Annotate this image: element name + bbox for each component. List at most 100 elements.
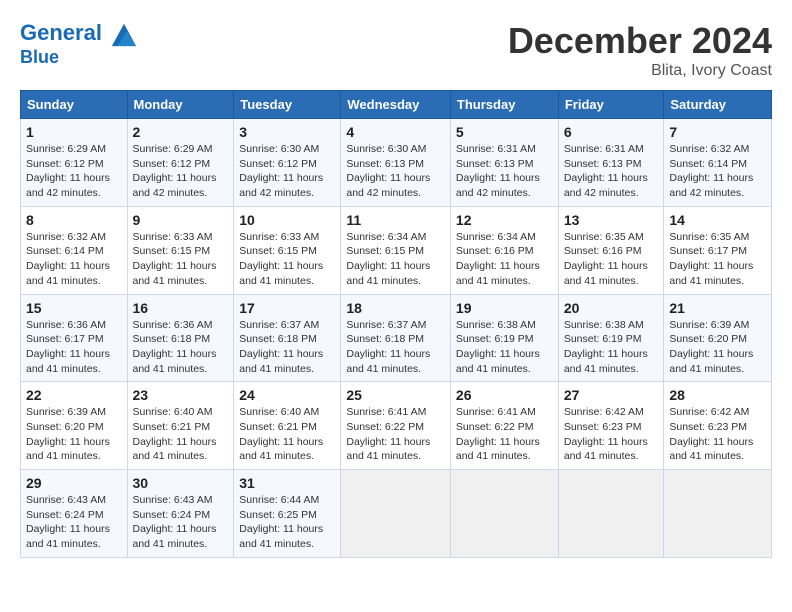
day-info: Sunrise: 6:33 AM Sunset: 6:15 PM Dayligh… <box>239 230 335 289</box>
day-info: Sunrise: 6:31 AM Sunset: 6:13 PM Dayligh… <box>456 142 553 201</box>
day-cell: 20 Sunrise: 6:38 AM Sunset: 6:19 PM Dayl… <box>558 294 664 382</box>
day-info: Sunrise: 6:41 AM Sunset: 6:22 PM Dayligh… <box>346 405 445 464</box>
day-info: Sunrise: 6:41 AM Sunset: 6:22 PM Dayligh… <box>456 405 553 464</box>
day-number: 18 <box>346 300 445 316</box>
col-header-friday: Friday <box>558 91 664 119</box>
day-number: 31 <box>239 475 335 491</box>
day-number: 11 <box>346 212 445 228</box>
day-cell: 1 Sunrise: 6:29 AM Sunset: 6:12 PM Dayli… <box>21 119 128 207</box>
day-number: 6 <box>564 124 659 140</box>
day-number: 8 <box>26 212 122 228</box>
col-header-thursday: Thursday <box>450 91 558 119</box>
logo-icon <box>110 20 138 48</box>
day-cell: 9 Sunrise: 6:33 AM Sunset: 6:15 PM Dayli… <box>127 206 234 294</box>
day-cell: 22 Sunrise: 6:39 AM Sunset: 6:20 PM Dayl… <box>21 382 128 470</box>
day-info: Sunrise: 6:42 AM Sunset: 6:23 PM Dayligh… <box>669 405 766 464</box>
day-number: 1 <box>26 124 122 140</box>
day-number: 16 <box>133 300 229 316</box>
day-cell: 2 Sunrise: 6:29 AM Sunset: 6:12 PM Dayli… <box>127 119 234 207</box>
day-cell: 8 Sunrise: 6:32 AM Sunset: 6:14 PM Dayli… <box>21 206 128 294</box>
day-info: Sunrise: 6:34 AM Sunset: 6:16 PM Dayligh… <box>456 230 553 289</box>
day-cell: 4 Sunrise: 6:30 AM Sunset: 6:13 PM Dayli… <box>341 119 451 207</box>
day-cell: 23 Sunrise: 6:40 AM Sunset: 6:21 PM Dayl… <box>127 382 234 470</box>
day-info: Sunrise: 6:38 AM Sunset: 6:19 PM Dayligh… <box>564 318 659 377</box>
day-cell <box>558 470 664 558</box>
day-number: 24 <box>239 387 335 403</box>
day-cell: 12 Sunrise: 6:34 AM Sunset: 6:16 PM Dayl… <box>450 206 558 294</box>
day-cell: 14 Sunrise: 6:35 AM Sunset: 6:17 PM Dayl… <box>664 206 772 294</box>
location: Blita, Ivory Coast <box>508 62 772 80</box>
day-number: 7 <box>669 124 766 140</box>
day-info: Sunrise: 6:34 AM Sunset: 6:15 PM Dayligh… <box>346 230 445 289</box>
day-cell: 17 Sunrise: 6:37 AM Sunset: 6:18 PM Dayl… <box>234 294 341 382</box>
calendar-header-row: SundayMondayTuesdayWednesdayThursdayFrid… <box>21 91 772 119</box>
day-number: 22 <box>26 387 122 403</box>
day-info: Sunrise: 6:37 AM Sunset: 6:18 PM Dayligh… <box>346 318 445 377</box>
day-info: Sunrise: 6:35 AM Sunset: 6:16 PM Dayligh… <box>564 230 659 289</box>
col-header-monday: Monday <box>127 91 234 119</box>
day-info: Sunrise: 6:39 AM Sunset: 6:20 PM Dayligh… <box>26 405 122 464</box>
calendar-table: SundayMondayTuesdayWednesdayThursdayFrid… <box>20 90 772 558</box>
col-header-sunday: Sunday <box>21 91 128 119</box>
day-cell: 27 Sunrise: 6:42 AM Sunset: 6:23 PM Dayl… <box>558 382 664 470</box>
day-info: Sunrise: 6:44 AM Sunset: 6:25 PM Dayligh… <box>239 493 335 552</box>
day-cell: 29 Sunrise: 6:43 AM Sunset: 6:24 PM Dayl… <box>21 470 128 558</box>
day-cell: 21 Sunrise: 6:39 AM Sunset: 6:20 PM Dayl… <box>664 294 772 382</box>
col-header-wednesday: Wednesday <box>341 91 451 119</box>
day-info: Sunrise: 6:36 AM Sunset: 6:17 PM Dayligh… <box>26 318 122 377</box>
day-number: 30 <box>133 475 229 491</box>
day-cell <box>664 470 772 558</box>
logo: General Blue <box>20 20 138 68</box>
day-number: 4 <box>346 124 445 140</box>
day-info: Sunrise: 6:36 AM Sunset: 6:18 PM Dayligh… <box>133 318 229 377</box>
day-cell: 30 Sunrise: 6:43 AM Sunset: 6:24 PM Dayl… <box>127 470 234 558</box>
day-cell: 5 Sunrise: 6:31 AM Sunset: 6:13 PM Dayli… <box>450 119 558 207</box>
day-cell: 26 Sunrise: 6:41 AM Sunset: 6:22 PM Dayl… <box>450 382 558 470</box>
day-number: 3 <box>239 124 335 140</box>
day-cell: 11 Sunrise: 6:34 AM Sunset: 6:15 PM Dayl… <box>341 206 451 294</box>
week-row-1: 1 Sunrise: 6:29 AM Sunset: 6:12 PM Dayli… <box>21 119 772 207</box>
title-block: December 2024 Blita, Ivory Coast <box>508 20 772 80</box>
day-number: 12 <box>456 212 553 228</box>
day-info: Sunrise: 6:29 AM Sunset: 6:12 PM Dayligh… <box>26 142 122 201</box>
day-cell: 25 Sunrise: 6:41 AM Sunset: 6:22 PM Dayl… <box>341 382 451 470</box>
day-info: Sunrise: 6:31 AM Sunset: 6:13 PM Dayligh… <box>564 142 659 201</box>
day-info: Sunrise: 6:39 AM Sunset: 6:20 PM Dayligh… <box>669 318 766 377</box>
day-info: Sunrise: 6:37 AM Sunset: 6:18 PM Dayligh… <box>239 318 335 377</box>
day-cell: 19 Sunrise: 6:38 AM Sunset: 6:19 PM Dayl… <box>450 294 558 382</box>
day-number: 28 <box>669 387 766 403</box>
day-info: Sunrise: 6:38 AM Sunset: 6:19 PM Dayligh… <box>456 318 553 377</box>
day-number: 27 <box>564 387 659 403</box>
day-info: Sunrise: 6:43 AM Sunset: 6:24 PM Dayligh… <box>26 493 122 552</box>
day-info: Sunrise: 6:40 AM Sunset: 6:21 PM Dayligh… <box>239 405 335 464</box>
day-cell <box>450 470 558 558</box>
day-info: Sunrise: 6:30 AM Sunset: 6:12 PM Dayligh… <box>239 142 335 201</box>
day-number: 13 <box>564 212 659 228</box>
day-info: Sunrise: 6:43 AM Sunset: 6:24 PM Dayligh… <box>133 493 229 552</box>
day-number: 10 <box>239 212 335 228</box>
day-cell: 28 Sunrise: 6:42 AM Sunset: 6:23 PM Dayl… <box>664 382 772 470</box>
logo-blue: Blue <box>20 48 138 68</box>
day-number: 17 <box>239 300 335 316</box>
week-row-2: 8 Sunrise: 6:32 AM Sunset: 6:14 PM Dayli… <box>21 206 772 294</box>
week-row-5: 29 Sunrise: 6:43 AM Sunset: 6:24 PM Dayl… <box>21 470 772 558</box>
day-number: 25 <box>346 387 445 403</box>
day-cell: 6 Sunrise: 6:31 AM Sunset: 6:13 PM Dayli… <box>558 119 664 207</box>
day-number: 9 <box>133 212 229 228</box>
day-number: 19 <box>456 300 553 316</box>
logo-text: General <box>20 20 138 48</box>
day-info: Sunrise: 6:42 AM Sunset: 6:23 PM Dayligh… <box>564 405 659 464</box>
month-title: December 2024 <box>508 20 772 62</box>
page-header: General Blue December 2024 Blita, Ivory … <box>20 20 772 80</box>
day-number: 15 <box>26 300 122 316</box>
day-number: 14 <box>669 212 766 228</box>
day-number: 2 <box>133 124 229 140</box>
day-cell: 13 Sunrise: 6:35 AM Sunset: 6:16 PM Dayl… <box>558 206 664 294</box>
day-cell: 16 Sunrise: 6:36 AM Sunset: 6:18 PM Dayl… <box>127 294 234 382</box>
day-info: Sunrise: 6:32 AM Sunset: 6:14 PM Dayligh… <box>26 230 122 289</box>
day-info: Sunrise: 6:33 AM Sunset: 6:15 PM Dayligh… <box>133 230 229 289</box>
day-cell <box>341 470 451 558</box>
day-cell: 10 Sunrise: 6:33 AM Sunset: 6:15 PM Dayl… <box>234 206 341 294</box>
day-number: 26 <box>456 387 553 403</box>
day-cell: 7 Sunrise: 6:32 AM Sunset: 6:14 PM Dayli… <box>664 119 772 207</box>
